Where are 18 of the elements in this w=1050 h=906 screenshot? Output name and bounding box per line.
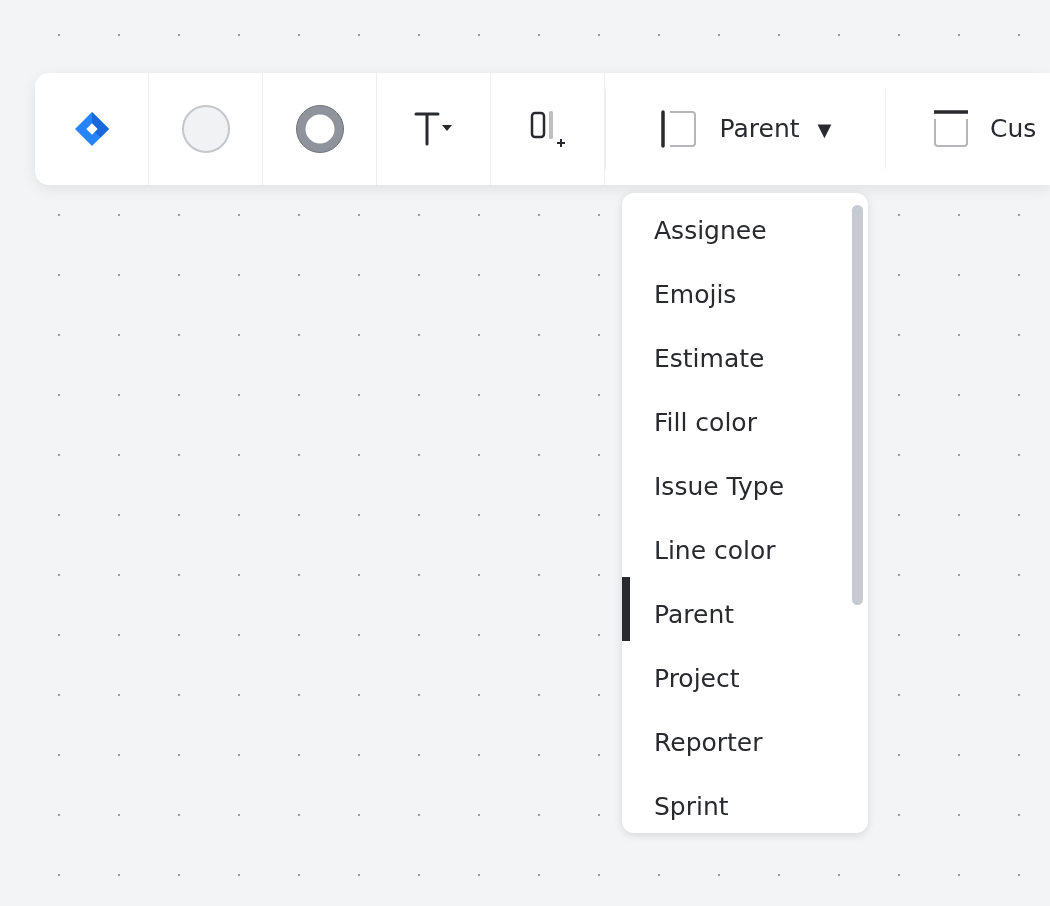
parent-layout-icon bbox=[659, 110, 698, 148]
layout-dropdown[interactable]: Cus bbox=[886, 73, 1037, 185]
menu-item[interactable]: Emojis bbox=[622, 257, 868, 321]
menu-item[interactable]: Issue Type bbox=[622, 449, 868, 513]
menu-item[interactable]: Line color bbox=[622, 513, 868, 577]
text-format-icon[interactable] bbox=[413, 111, 454, 147]
menu-item[interactable]: Fill color bbox=[622, 385, 868, 449]
fill-color-icon[interactable] bbox=[180, 104, 231, 154]
menu-item[interactable]: Sprint bbox=[622, 769, 868, 833]
card-layout-icon bbox=[932, 110, 970, 148]
menu-item[interactable]: Estimate bbox=[622, 321, 868, 385]
menu-item[interactable]: Project bbox=[622, 641, 868, 705]
menu-item[interactable]: Reporter bbox=[622, 705, 868, 769]
menu-item[interactable]: Parent bbox=[622, 577, 868, 641]
add-column-icon[interactable] bbox=[529, 109, 566, 149]
line-color-icon[interactable] bbox=[294, 104, 345, 154]
menu-item[interactable]: Assignee bbox=[622, 193, 868, 257]
group-by-dropdown[interactable]: Parent ▼ bbox=[606, 73, 885, 185]
